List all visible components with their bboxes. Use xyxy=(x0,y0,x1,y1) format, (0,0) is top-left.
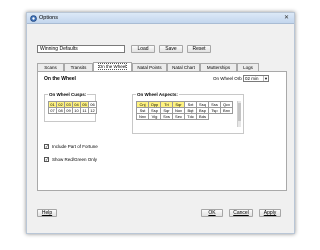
tab-mutterships[interactable]: Mutterships xyxy=(200,63,237,71)
checkbox-label: Include Part of Fortune xyxy=(52,144,98,149)
scroll-thumb[interactable] xyxy=(238,103,241,121)
cusps-grid: 01 02 03 04 05 06 07 08 09 10 11 12 xyxy=(48,101,97,114)
tab-transits[interactable]: Transits xyxy=(64,63,93,71)
tab-natal-chart[interactable]: Natal Chart xyxy=(167,63,200,71)
dialog-footer: Help OK Cancel Apply xyxy=(37,209,287,219)
tab-label: Natal Points xyxy=(137,65,162,70)
apply-label: Apply xyxy=(263,210,277,216)
include-part-of-fortune-checkbox[interactable]: ✓ xyxy=(44,144,49,149)
orb-value: 02 min xyxy=(245,76,259,81)
checkbox-label: Show Red/Green Only xyxy=(52,157,98,162)
tab-on-the-wheel[interactable]: On the Wheel xyxy=(93,62,132,71)
app-icon xyxy=(30,15,37,22)
tab-natal-points[interactable]: Natal Points xyxy=(132,63,167,71)
apply-button[interactable]: Apply xyxy=(259,209,281,217)
aspect-cell[interactable]: Bnv xyxy=(220,107,233,114)
aspects-scrollbar[interactable] xyxy=(237,101,241,127)
panel-title: On the Wheel xyxy=(44,76,76,82)
help-label: Help xyxy=(41,210,53,216)
ok-button[interactable]: OK xyxy=(201,209,223,217)
tab-label: On the Wheel xyxy=(97,63,128,70)
preset-bar: Winning Defaults Load Save Reset xyxy=(37,45,287,55)
help-button[interactable]: Help xyxy=(37,209,57,217)
tab-scans[interactable]: Scans xyxy=(37,63,64,71)
tab-label: Logs xyxy=(243,65,253,70)
aspects-grid: Cnj Opp Tri Sqr Sxt Ssq Sss Qcx Sst Ssp Sqr Nov Bqt B… xyxy=(136,101,233,120)
aspects-group-title: On Wheel Aspects: xyxy=(136,92,179,97)
title-bar[interactable]: Options ✕ xyxy=(27,13,294,24)
close-icon[interactable]: ✕ xyxy=(282,14,291,22)
window-title: Options xyxy=(39,15,58,21)
tab-label: Natal Chart xyxy=(172,65,195,70)
tab-label: Mutterships xyxy=(206,65,231,70)
on-the-wheel-panel: On the Wheel On Wheel Orb 02 min ▼ On Wh… xyxy=(37,71,287,191)
reset-button[interactable]: Reset xyxy=(187,45,211,53)
aspects-group: On Wheel Aspects: Cnj Opp Tri Sqr Sxt Ssq Sss Q… xyxy=(132,92,244,134)
cusps-group: On Wheel Cusps: 01 02 03 04 05 06 07 08 09 10 11 12 xyxy=(44,92,97,122)
tab-label: Transits xyxy=(70,65,87,70)
orb-label: On Wheel Orb xyxy=(213,76,242,81)
options-dialog: Options ✕ Winning Defaults Load Save Res… xyxy=(26,12,295,234)
aspect-cell[interactable]: Bds xyxy=(196,113,209,120)
show-red-green-only-checkbox[interactable]: ✓ xyxy=(44,157,49,162)
chevron-down-icon[interactable]: ▼ xyxy=(263,76,268,81)
preset-name-input[interactable]: Winning Defaults xyxy=(37,45,125,53)
ok-label: OK xyxy=(208,210,216,216)
orb-select[interactable]: 02 min ▼ xyxy=(243,75,269,82)
cusps-group-title: On Wheel Cusps: xyxy=(48,92,88,97)
tab-logs[interactable]: Logs xyxy=(237,63,259,71)
load-button[interactable]: Load xyxy=(131,45,155,53)
cancel-button[interactable]: Cancel xyxy=(229,209,253,217)
cusp-cell[interactable]: 12 xyxy=(88,107,97,114)
cancel-label: Cancel xyxy=(233,210,249,216)
tab-label: Scans xyxy=(44,65,57,70)
save-button[interactable]: Save xyxy=(159,45,183,53)
